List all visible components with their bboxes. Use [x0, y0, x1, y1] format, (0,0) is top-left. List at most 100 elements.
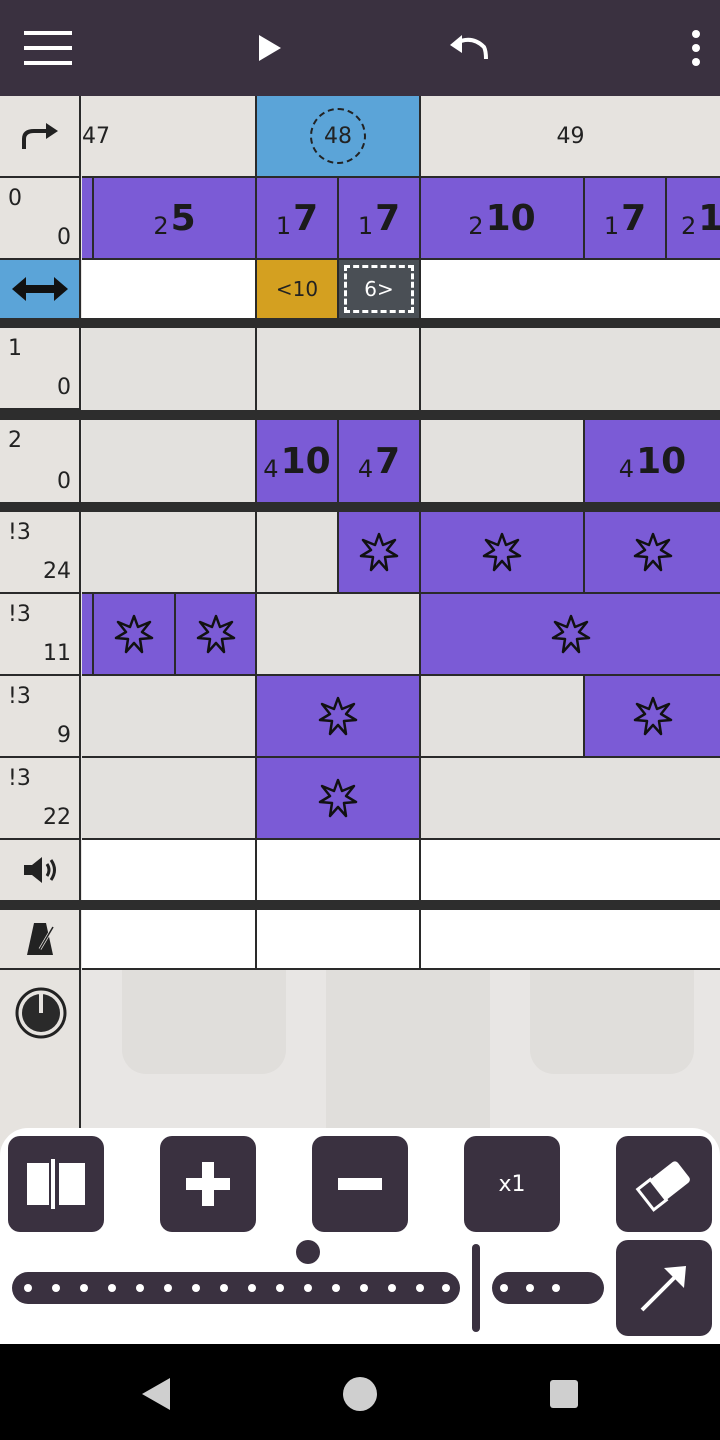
- percussion-hit[interactable]: [421, 594, 720, 676]
- empty-cell[interactable]: [421, 676, 585, 758]
- empty-cell[interactable]: [82, 758, 257, 840]
- minus-icon: [338, 1178, 382, 1190]
- volume-cell[interactable]: [257, 840, 421, 900]
- top-app-bar: [0, 0, 720, 96]
- empty-cell[interactable]: [82, 420, 257, 502]
- remove-button[interactable]: [312, 1136, 408, 1232]
- percussion-hit[interactable]: [339, 512, 421, 594]
- tempo-cell[interactable]: [82, 260, 257, 318]
- tempo-cell[interactable]: [82, 910, 257, 970]
- note-cell[interactable]: [82, 178, 94, 260]
- percussion-hit[interactable]: [585, 676, 720, 758]
- percussion-hit[interactable]: [257, 676, 421, 758]
- channel-3a-label[interactable]: !3 24: [0, 512, 81, 594]
- note-cell[interactable]: 25: [94, 178, 257, 260]
- split-view-button[interactable]: [8, 1136, 104, 1232]
- percussion-hit[interactable]: [82, 594, 94, 676]
- eraser-button[interactable]: [616, 1136, 712, 1232]
- empty-cell[interactable]: [257, 512, 339, 594]
- note-cell[interactable]: 210: [667, 178, 720, 260]
- channel-number: 2: [8, 428, 22, 453]
- divider: [0, 410, 720, 420]
- position-slider-track[interactable]: [12, 1272, 460, 1304]
- channel-number: 0: [8, 186, 22, 211]
- slider-dots: [500, 1284, 560, 1292]
- channel-1-label[interactable]: 1 0: [0, 328, 81, 410]
- channel-3b-label[interactable]: !3 11: [0, 594, 81, 676]
- empty-cell[interactable]: [257, 328, 421, 410]
- note-cell[interactable]: 17: [585, 178, 667, 260]
- swap-arrows-icon[interactable]: [0, 260, 81, 318]
- volume-cell[interactable]: [421, 840, 720, 900]
- channel-3c-label[interactable]: !3 9: [0, 676, 81, 758]
- note-octave: 4: [357, 455, 374, 483]
- volume-cell[interactable]: [82, 840, 257, 900]
- slider-thumb[interactable]: [296, 1240, 320, 1264]
- empty-cell[interactable]: [421, 328, 720, 410]
- note-cell[interactable]: 4 10: [257, 420, 339, 502]
- redo-icon[interactable]: [0, 96, 81, 178]
- plus-icon: [186, 1162, 230, 1206]
- beat-48[interactable]: 48: [257, 96, 421, 178]
- back-icon[interactable]: [138, 1376, 174, 1412]
- channel-volume: 9: [57, 723, 71, 748]
- percussion-hit[interactable]: [421, 512, 585, 594]
- empty-cell[interactable]: [82, 676, 257, 758]
- channel-3d-label[interactable]: !3 22: [0, 758, 81, 840]
- note-octave: 2: [681, 212, 697, 240]
- channel-number: !3: [8, 766, 31, 791]
- tempo-marker-left[interactable]: <10: [257, 260, 339, 318]
- system-nav-bar: [0, 1344, 720, 1440]
- percussion-hit[interactable]: [585, 512, 720, 594]
- channel-volume: 24: [43, 559, 71, 584]
- note-cell[interactable]: 47: [339, 420, 421, 502]
- home-icon[interactable]: [342, 1376, 378, 1412]
- note-octave: 1: [275, 212, 292, 240]
- tempo-cell[interactable]: [257, 910, 421, 970]
- add-button[interactable]: [160, 1136, 256, 1232]
- note-octave: 1: [603, 212, 620, 240]
- divider: [0, 900, 720, 910]
- more-vert-icon[interactable]: [680, 24, 712, 72]
- volume-icon[interactable]: [0, 840, 81, 900]
- metronome-icon[interactable]: [0, 910, 81, 970]
- tempo-right-label: 6>: [344, 265, 414, 313]
- dial-icon[interactable]: [14, 986, 68, 1040]
- note-cell[interactable]: 4 10: [585, 420, 720, 502]
- percussion-hit[interactable]: [257, 758, 421, 840]
- empty-cell[interactable]: [82, 512, 257, 594]
- channel-2-label[interactable]: 2 0: [0, 420, 81, 502]
- empty-cell[interactable]: [421, 420, 585, 502]
- play-icon[interactable]: [246, 24, 294, 72]
- arrow-up-right-icon: [640, 1266, 686, 1312]
- tempo-cell[interactable]: [421, 260, 720, 318]
- jump-button[interactable]: [616, 1240, 712, 1336]
- note-cell[interactable]: 17: [339, 178, 421, 260]
- channel-number: !3: [8, 684, 31, 709]
- empty-cell[interactable]: [82, 328, 257, 410]
- menu-icon[interactable]: [20, 24, 76, 72]
- multiplier-label: x1: [498, 1171, 526, 1197]
- note-cell[interactable]: 17: [257, 178, 339, 260]
- beat-49[interactable]: 49: [421, 96, 720, 178]
- note-value: 10: [636, 440, 687, 482]
- drum-star-icon: [318, 778, 358, 818]
- tempo-cell[interactable]: [421, 910, 720, 970]
- note-cell[interactable]: 210: [421, 178, 585, 260]
- percussion-hit[interactable]: [176, 594, 257, 676]
- slider-dots: [24, 1284, 450, 1292]
- empty-cell[interactable]: [421, 758, 720, 840]
- tempo-marker-right[interactable]: 6>: [339, 260, 421, 318]
- percussion-hit[interactable]: [94, 594, 176, 676]
- recents-icon[interactable]: [548, 1378, 580, 1410]
- note-value: 10: [698, 198, 720, 239]
- undo-icon[interactable]: [440, 24, 496, 72]
- channel-0-label[interactable]: 0 0: [0, 178, 81, 260]
- empty-cell[interactable]: [257, 594, 421, 676]
- multiplier-button[interactable]: x1: [464, 1136, 560, 1232]
- beat-47[interactable]: 47: [82, 96, 257, 178]
- note-value: 10: [485, 197, 536, 239]
- secondary-slider-track[interactable]: [492, 1272, 604, 1304]
- note-value: 5: [170, 197, 196, 239]
- channel-number: !3: [8, 602, 31, 627]
